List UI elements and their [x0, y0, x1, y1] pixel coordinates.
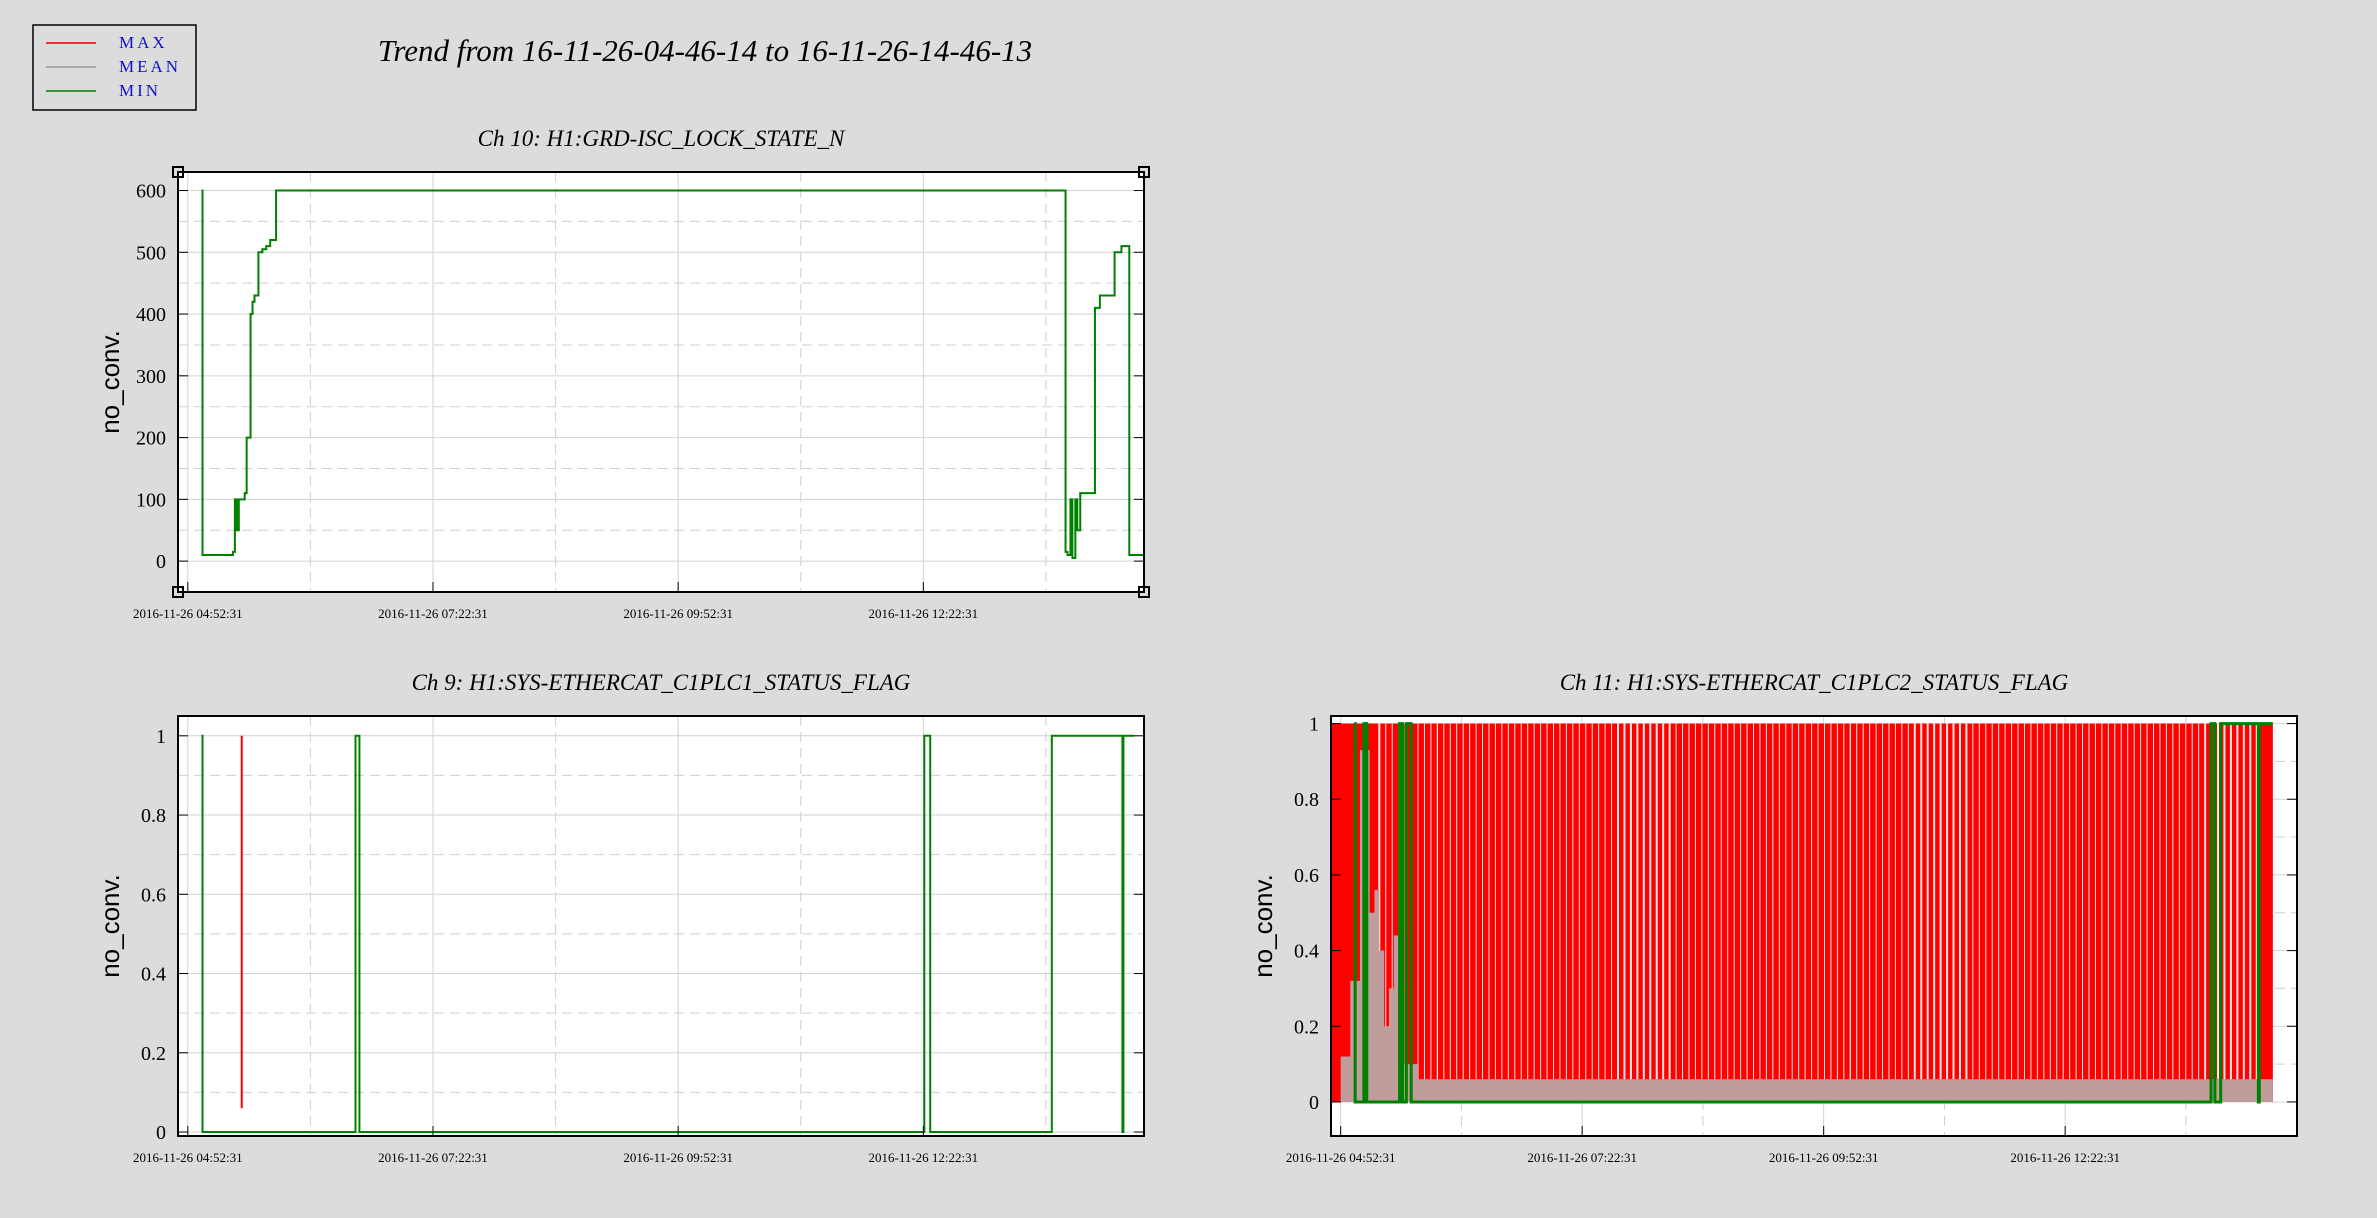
y-tick-label: 0.8	[1294, 789, 1319, 811]
chart-panel-ch9: 0 0.2 0.4 0.6 0.8 1 2016-11-26 04:52:31 2016-11…	[95, 670, 1145, 1165]
y-tick-label: 200	[136, 428, 166, 450]
y-tick-label: 0.6	[141, 884, 166, 906]
y-tick-label: 1	[1309, 714, 1319, 736]
x-tick-label: 2016-11-26 07:22:31	[378, 1150, 488, 1165]
series-max-area	[1331, 723, 2273, 1102]
legend-label-max: MAX	[119, 33, 168, 52]
x-tick-label: 2016-11-26 04:52:31	[133, 1150, 243, 1165]
y-tick-label: 0.6	[1294, 865, 1319, 887]
x-tick-label: 2016-11-26 07:22:31	[378, 606, 488, 621]
chart-title: Ch 9: H1:SYS-ETHERCAT_C1PLC1_STATUS_FLAG	[412, 670, 911, 695]
y-tick-label: 600	[136, 181, 166, 203]
y-tick-label: 0.2	[1294, 1016, 1319, 1038]
y-tick-label: 0	[156, 551, 166, 573]
x-tick-label: 2016-11-26 12:22:31	[2010, 1150, 2120, 1165]
legend-label-mean: MEAN	[119, 57, 181, 76]
x-tick-label: 2016-11-26 04:52:31	[1286, 1150, 1396, 1165]
y-tick-label: 0.4	[141, 964, 166, 986]
y-tick-label: 0.8	[141, 805, 166, 827]
main-title: Trend from 16-11-26-04-46-14 to 16-11-26…	[378, 33, 1032, 68]
y-tick-label: 0	[156, 1122, 166, 1144]
y-tick-label: 0.4	[1294, 941, 1319, 963]
plot-area	[178, 716, 1144, 1136]
chart-panel-ch11: 0 0.2 0.4 0.6 0.8 1 2016-11-26 04:52:31 2016-11…	[1248, 670, 2298, 1165]
legend: MAX MEAN MIN	[32, 24, 197, 111]
y-tick-label: 500	[136, 242, 166, 264]
y-axis-label: no_conv.	[1248, 874, 1278, 978]
y-axis-label: no_conv.	[95, 874, 125, 978]
x-tick-label: 2016-11-26 04:52:31	[133, 606, 243, 621]
x-tick-label: 2016-11-26 09:52:31	[623, 1150, 733, 1165]
legend-label-min: MIN	[119, 81, 161, 100]
trend-figure: MAX MEAN MIN Trend from 16-11-26-04-46-1…	[0, 0, 2377, 1218]
x-tick-label: 2016-11-26 12:22:31	[869, 1150, 979, 1165]
y-tick-label: 100	[136, 489, 166, 511]
y-tick-label: 400	[136, 304, 166, 326]
chart-title: Ch 10: H1:GRD-ISC_LOCK_STATE_N	[478, 126, 846, 151]
y-tick-label: 300	[136, 366, 166, 388]
y-tick-label: 0	[1309, 1092, 1319, 1114]
chart-title: Ch 11: H1:SYS-ETHERCAT_C1PLC2_STATUS_FLA…	[1560, 670, 2069, 695]
y-tick-label: 0.2	[141, 1043, 166, 1065]
chart-panel-ch10: 0 100 200 300 400 500 600 2016-11-26 04:52:31 20…	[95, 126, 1150, 621]
x-tick-label: 2016-11-26 09:52:31	[1769, 1150, 1879, 1165]
y-tick-label: 1	[156, 726, 166, 748]
plot-area	[178, 172, 1144, 592]
y-axis-label: no_conv.	[95, 330, 125, 434]
x-tick-label: 2016-11-26 12:22:31	[869, 606, 979, 621]
x-tick-label: 2016-11-26 09:52:31	[623, 606, 733, 621]
x-tick-label: 2016-11-26 07:22:31	[1527, 1150, 1637, 1165]
